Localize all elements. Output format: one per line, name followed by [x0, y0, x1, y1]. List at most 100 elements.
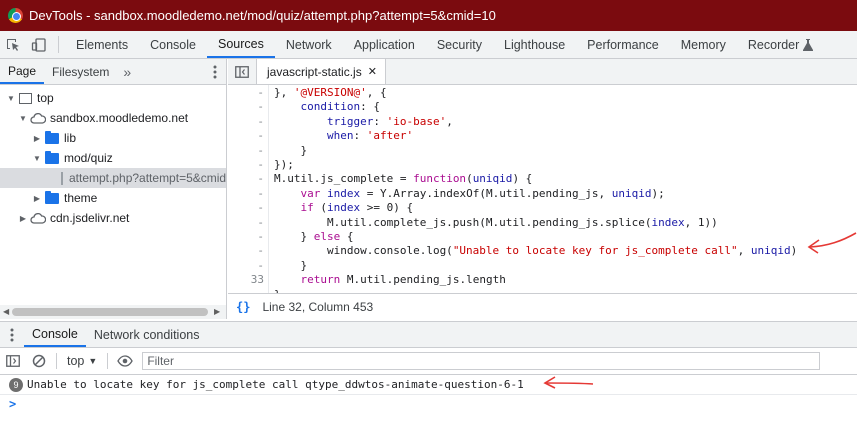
code-line[interactable]: 33 return M.util.pending_js.length: [228, 273, 857, 287]
tab-lighthouse[interactable]: Lighthouse: [493, 31, 576, 58]
line-number[interactable]: -: [228, 201, 264, 214]
console-message-text: Unable to locate key for js_complete cal…: [27, 378, 524, 391]
line-number[interactable]: -: [228, 172, 264, 185]
line-number[interactable]: -: [228, 216, 264, 229]
code-line[interactable]: -});: [228, 158, 857, 172]
code-line-text: window.console.log("Unable to locate key…: [274, 244, 798, 258]
navigator-menu-icon[interactable]: [204, 59, 226, 84]
tree-item-theme[interactable]: ▶ theme: [0, 188, 226, 208]
tab-recorder[interactable]: Recorder: [737, 31, 824, 58]
code-line[interactable]: - when: 'after': [228, 129, 857, 143]
line-number[interactable]: -: [228, 259, 264, 272]
console-prompt[interactable]: >: [9, 397, 16, 411]
code-line[interactable]: - }: [228, 259, 857, 273]
pretty-print-icon[interactable]: {}: [236, 300, 250, 314]
line-number[interactable]: -: [228, 244, 264, 257]
drawer-tab-network-conditions[interactable]: Network conditions: [86, 322, 208, 347]
dropdown-arrow-icon: ▼: [88, 356, 98, 366]
code-line-text: when: 'after': [326, 129, 414, 143]
line-number[interactable]: -: [228, 129, 264, 142]
tree-item-lib[interactable]: ▶ lib: [0, 128, 226, 148]
code-line-text: var index = Y.Array.indexOf(M.util.pendi…: [300, 186, 665, 200]
expanded-arrow-icon[interactable]: ▼: [6, 94, 16, 103]
code-line-text: }: [274, 143, 308, 157]
line-number[interactable]: -: [228, 187, 264, 200]
line-number[interactable]: -: [228, 144, 264, 157]
folder-icon: [45, 130, 59, 144]
line-number[interactable]: -: [228, 230, 264, 243]
code-editor-pane: javascript-static.js ✕ -}, '@VERSION@', …: [228, 59, 857, 319]
tree-item-label: top: [37, 91, 54, 105]
tree-item-sandbox-moodledemo[interactable]: ▼ sandbox.moodledemo.net: [0, 108, 226, 128]
code-line-text: } else {: [274, 230, 354, 243]
collapsed-arrow-icon[interactable]: ▶: [32, 134, 42, 143]
collapsed-arrow-icon[interactable]: ▶: [32, 194, 42, 203]
code-line[interactable]: - } else {: [228, 230, 857, 244]
code-line[interactable]: - }: [228, 144, 857, 158]
live-expression-eye-icon[interactable]: [112, 355, 138, 367]
tree-item-mod-quiz[interactable]: ▼ mod/quiz: [0, 148, 226, 168]
code-line[interactable]: - M.util.complete_js.push(M.util.pending…: [228, 216, 857, 230]
code-line[interactable]: - M.util.js_complete = function(uniqid) {: [228, 172, 857, 186]
main-toolbar: Elements Console Sources Network Applica…: [0, 31, 857, 59]
tab-console[interactable]: Console: [139, 31, 207, 58]
tab-performance[interactable]: Performance: [576, 31, 670, 58]
cloud-icon: [30, 212, 46, 224]
line-number[interactable]: -: [228, 115, 264, 128]
expanded-arrow-icon[interactable]: ▼: [18, 114, 28, 123]
cursor-position: Line 32, Column 453: [262, 299, 374, 314]
tab-security[interactable]: Security: [426, 31, 493, 58]
navigator-tab-filesystem[interactable]: Filesystem: [44, 59, 117, 84]
navigator-tab-page[interactable]: Page: [0, 59, 45, 84]
tree-item-attempt-php[interactable]: attempt.php?attempt=5&cmid=10: [0, 168, 226, 188]
folder-icon: [45, 150, 59, 164]
inspect-element-icon[interactable]: [0, 31, 26, 58]
line-number[interactable]: -: [228, 158, 264, 171]
console-sidebar-icon[interactable]: [0, 355, 26, 367]
scroll-right-icon[interactable]: ▶: [214, 305, 220, 319]
collapsed-arrow-icon[interactable]: ▶: [18, 214, 28, 223]
editor-file-tab[interactable]: javascript-static.js ✕: [256, 59, 386, 84]
console-message[interactable]: 9 Unable to locate key for js_complete c…: [0, 375, 857, 395]
scroll-left-icon[interactable]: ◀: [3, 305, 9, 319]
close-tab-icon[interactable]: ✕: [368, 65, 377, 78]
code-line[interactable]: - if (index >= 0) {: [228, 201, 857, 215]
execution-context-select[interactable]: top ▼: [61, 354, 103, 368]
tab-application[interactable]: Application: [343, 31, 426, 58]
scrollbar-thumb[interactable]: [12, 308, 208, 316]
drawer-tab-console[interactable]: Console: [24, 322, 86, 347]
code-line-text: }: [274, 258, 308, 272]
navigator-tabs: Page Filesystem »: [0, 59, 226, 85]
navigator-horizontal-scrollbar[interactable]: ◀ ▶: [0, 305, 226, 319]
line-number[interactable]: -: [228, 100, 264, 113]
execution-context-value: top: [67, 354, 85, 368]
tab-recorder-label: Recorder: [747, 37, 800, 52]
line-number[interactable]: 33: [228, 273, 264, 286]
more-tabs-icon[interactable]: »: [117, 59, 137, 84]
toolbar-separator: [107, 353, 109, 369]
drawer-menu-icon[interactable]: [0, 322, 24, 347]
code-line[interactable]: - trigger: 'io-base',: [228, 115, 857, 129]
tab-sources[interactable]: Sources: [206, 31, 275, 58]
tab-network[interactable]: Network: [275, 31, 343, 58]
expanded-arrow-icon[interactable]: ▼: [32, 154, 42, 163]
console-filter-input[interactable]: [142, 352, 821, 370]
code-line[interactable]: - condition: {: [228, 100, 857, 114]
clear-console-icon[interactable]: [26, 354, 52, 368]
code-line-text: });: [274, 158, 294, 171]
code-line[interactable]: -}, '@VERSION@', {: [228, 86, 857, 100]
frame-icon: [19, 92, 32, 104]
editor-tabs: javascript-static.js ✕: [228, 59, 857, 85]
tab-elements[interactable]: Elements: [65, 31, 139, 58]
tree-item-top[interactable]: ▼ top: [0, 88, 226, 108]
tree-item-cdn-jsdelivr[interactable]: ▶ cdn.jsdelivr.net: [0, 208, 226, 228]
tab-memory[interactable]: Memory: [670, 31, 737, 58]
code-line[interactable]: - window.console.log("Unable to locate k…: [228, 244, 857, 258]
code-line-text: return M.util.pending_js.length: [300, 273, 506, 287]
tree-item-label: lib: [64, 131, 77, 145]
code-area[interactable]: -}, '@VERSION@', {- condition: {- trigge…: [228, 85, 857, 293]
line-number[interactable]: -: [228, 86, 264, 99]
code-line[interactable]: - var index = Y.Array.indexOf(M.util.pen…: [228, 187, 857, 201]
toggle-navigator-icon[interactable]: [228, 59, 256, 84]
device-toolbar-icon[interactable]: [26, 31, 52, 58]
